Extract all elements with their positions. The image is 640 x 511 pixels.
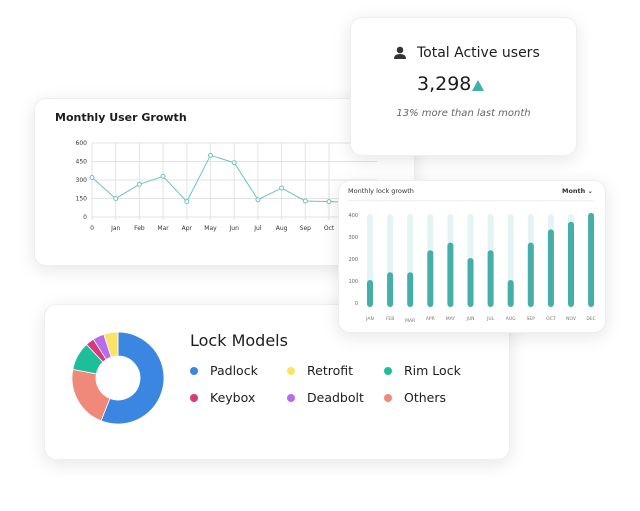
x-tick-label: 0 — [90, 225, 94, 232]
data-point — [136, 181, 142, 187]
x-tick-label: JAN — [365, 316, 374, 322]
bar — [568, 221, 574, 307]
legend-item-others: Others — [384, 390, 484, 405]
x-tick-label: NOV — [566, 316, 577, 322]
bar — [507, 280, 514, 307]
bar-chart: 0 100 200 300 400 JAN FEB MAR APR MAY JUN JUL AUG SEP… — [348, 212, 596, 324]
bar — [367, 280, 373, 307]
y-tick-label: 300 — [76, 177, 88, 184]
x-tick-label: Feb — [134, 225, 145, 232]
legend-dot — [190, 366, 198, 375]
data-point — [160, 173, 166, 179]
y-tick-label: 400 — [348, 213, 358, 219]
trend-up-icon — [472, 80, 484, 91]
legend-dot — [287, 366, 295, 375]
bar — [387, 272, 394, 307]
x-tick-label: AUG — [506, 316, 516, 322]
bar — [447, 242, 454, 307]
x-tick-label: Jun — [229, 225, 240, 232]
card-title: Total Active users — [417, 45, 540, 61]
data-point — [184, 199, 190, 205]
legend-dot — [384, 393, 392, 402]
data-line — [91, 154, 350, 203]
legend-item-retrofit: Retrofit — [287, 363, 384, 378]
x-tick-label: Sep — [300, 225, 312, 232]
legend-label: Retrofit — [307, 363, 354, 378]
y-tick-label: 0 — [355, 301, 358, 307]
x-tick-label: Oct — [324, 225, 335, 232]
change-text: 13% more than last month — [396, 108, 531, 119]
donut-chart — [71, 331, 165, 425]
data-point — [255, 197, 261, 203]
y-tick-label: 0 — [83, 214, 87, 221]
x-tick-label: JUL — [486, 316, 495, 322]
legend: Padlock Retrofit Rim Lock Keybox Deadbolt Oth… — [190, 363, 484, 405]
card-title: Lock Models — [190, 331, 288, 350]
data-point — [231, 160, 237, 166]
x-tick-label: JUN — [466, 316, 475, 322]
x-tick-label: OCT — [546, 316, 556, 322]
y-tick-label: 300 — [348, 235, 358, 241]
bar — [427, 250, 434, 307]
x-tick-label: DEC — [586, 316, 595, 322]
legend-label: Others — [404, 390, 447, 405]
bar — [407, 272, 414, 307]
x-tick-label: Mar — [157, 225, 169, 232]
data-point — [89, 175, 95, 181]
user-icon — [394, 46, 406, 59]
x-tick-label: MAR — [405, 318, 415, 324]
x-tick-label: Apr — [182, 225, 193, 232]
bar — [487, 250, 494, 307]
data-point — [302, 198, 308, 204]
legend-dot — [384, 366, 392, 375]
x-tick-label: Aug — [276, 225, 288, 232]
data-point — [279, 185, 285, 191]
data-point — [326, 199, 332, 205]
legend-label: Keybox — [210, 390, 256, 405]
legend-dot — [190, 393, 198, 402]
legend-item-deadbolt: Deadbolt — [287, 390, 384, 405]
legend-item-keybox: Keybox — [190, 390, 287, 405]
legend-label: Rim Lock — [404, 363, 461, 378]
x-tick-label: Jan — [110, 225, 120, 232]
x-tick-label: APR — [426, 316, 435, 322]
legend-label: Padlock — [210, 363, 258, 378]
legend-dot — [287, 393, 295, 402]
x-tick-label: MAY — [446, 316, 456, 322]
data-point — [208, 152, 213, 158]
y-tick-label: 200 — [348, 257, 358, 263]
slice-others — [71, 368, 111, 422]
legend-item-rim-lock: Rim Lock — [384, 363, 484, 378]
x-tick-label: FEB — [386, 316, 395, 322]
x-tick-label: May — [204, 225, 217, 232]
y-tick-label: 600 — [76, 140, 88, 147]
monthly-lock-growth-card: Monthly lock growth Month ⌄ 0 100 200 300 40… — [338, 180, 606, 333]
y-tick-label: 100 — [348, 279, 358, 285]
bar — [547, 229, 554, 307]
active-users-value: 3,298 — [417, 73, 472, 95]
x-tick-label: Jul — [253, 225, 262, 232]
data-point — [113, 196, 119, 201]
bar — [527, 242, 534, 307]
total-active-users-card: Total Active users 3,298 13% more than l… — [350, 17, 577, 156]
legend-item-padlock: Padlock — [190, 363, 287, 378]
bar — [588, 212, 595, 307]
bar — [467, 258, 474, 307]
y-tick-label: 450 — [76, 159, 88, 166]
x-tick-label: SEP — [527, 316, 536, 322]
y-tick-label: 150 — [76, 196, 88, 203]
legend-label: Deadbolt — [307, 390, 364, 405]
